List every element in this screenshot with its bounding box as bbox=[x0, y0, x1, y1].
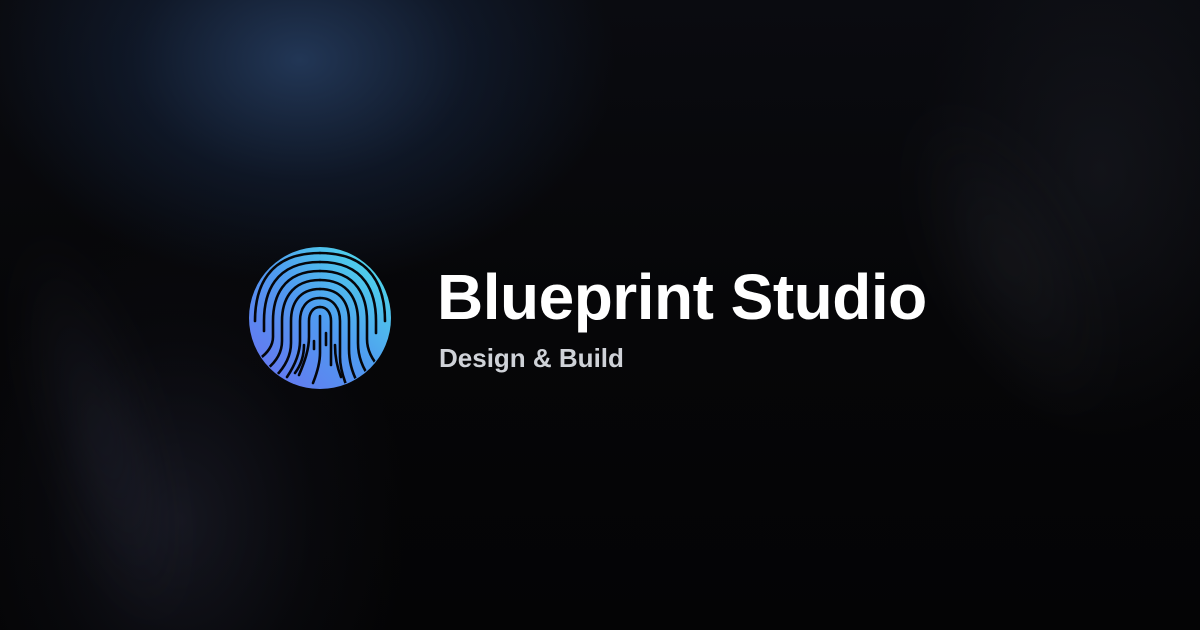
brand-tagline: Design & Build bbox=[439, 343, 624, 373]
fingerprint-icon bbox=[247, 245, 393, 391]
hero-banner: Blueprint Studio Design & Build bbox=[0, 0, 1200, 630]
background-light-streak bbox=[0, 211, 222, 630]
brand-title: Blueprint Studio bbox=[437, 261, 927, 333]
